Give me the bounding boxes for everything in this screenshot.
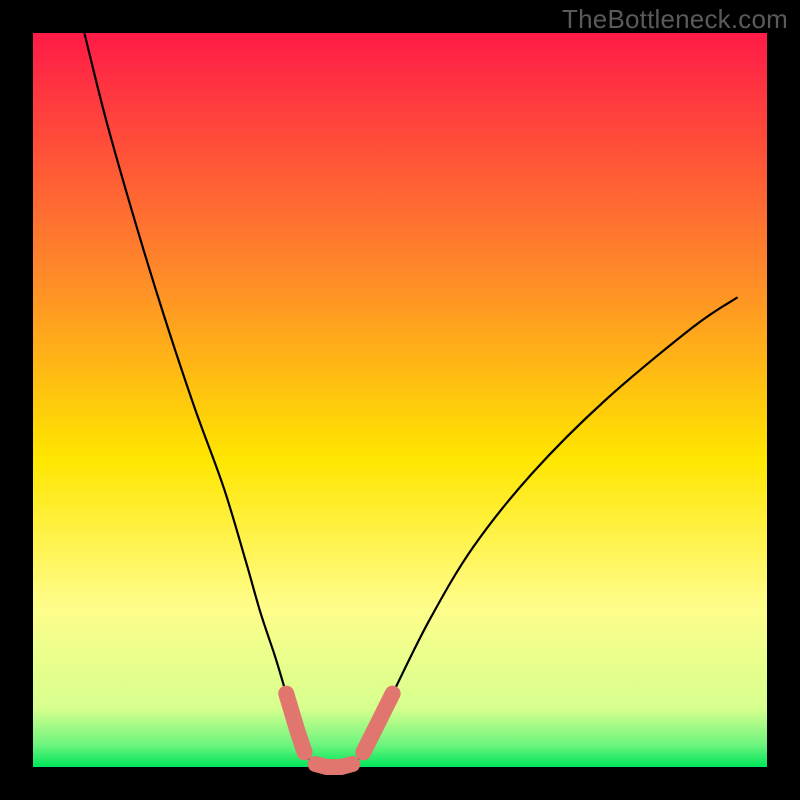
bottleneck-chart — [0, 0, 800, 800]
chart-container: TheBottleneck.com — [0, 0, 800, 800]
highlight-bottom — [316, 764, 353, 767]
plot-background — [33, 33, 767, 767]
watermark-text: TheBottleneck.com — [562, 4, 788, 35]
